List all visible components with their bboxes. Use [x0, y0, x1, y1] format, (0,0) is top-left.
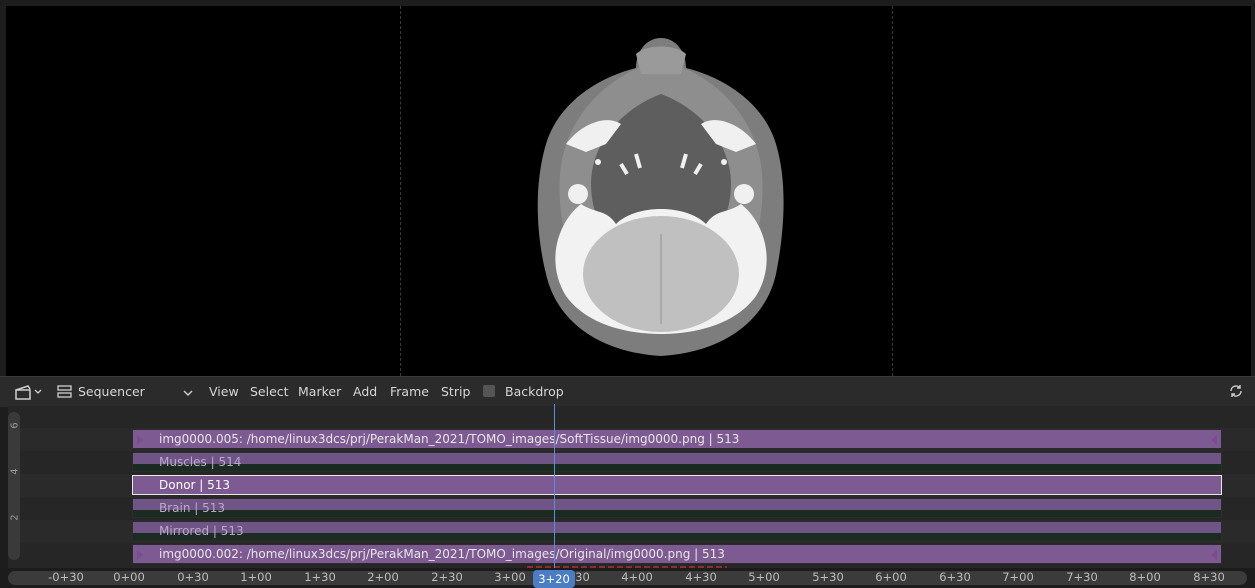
ruler-tick: 3+00 — [494, 570, 526, 584]
strip-label: Brain | 513 — [159, 501, 226, 515]
time-ruler[interactable]: -0+30 0+00 0+30 1+00 1+30 2+00 2+30 3+00… — [0, 568, 1255, 588]
strip-mirrored[interactable]: Mirrored | 513 — [132, 521, 1222, 541]
clapperboard-icon — [15, 385, 42, 400]
ruler-tick: -0+30 — [48, 570, 84, 584]
strip-handle-left[interactable] — [133, 430, 149, 448]
backdrop-label: Backdrop — [505, 384, 564, 399]
refresh-icon — [1230, 385, 1242, 397]
strip-donor[interactable]: Donor | 513 — [132, 475, 1222, 495]
current-frame-indicator[interactable]: 3+20 — [533, 570, 575, 588]
channel-number: 4 — [9, 468, 21, 475]
strip-original[interactable]: img0000.002: /home/linux3dcs/prj/PerakMa… — [132, 544, 1222, 564]
strip-softtissue[interactable]: img0000.005: /home/linux3dcs/prj/PerakMa… — [132, 429, 1222, 449]
ruler-tick: 0+30 — [177, 570, 209, 584]
sequencer-header: Sequencer View Select Marker Add Frame S… — [0, 376, 1255, 407]
ruler-tick: 4+30 — [685, 570, 717, 584]
strip-brain[interactable]: Brain | 513 — [132, 498, 1222, 518]
backdrop-checkbox[interactable] — [483, 385, 495, 397]
channel-number: 2 — [9, 514, 21, 521]
strip-label: img0000.005: /home/linux3dcs/prj/PerakMa… — [159, 432, 740, 446]
ruler-tick: 7+00 — [1002, 570, 1034, 584]
editor-name: Sequencer — [78, 384, 145, 399]
menu-view[interactable]: View — [209, 384, 239, 399]
strip-label: Donor | 513 — [159, 478, 231, 492]
ruler-tick: 7+30 — [1066, 570, 1098, 584]
ruler-tick: 8+00 — [1129, 570, 1161, 584]
strip-waveform-area — [133, 464, 1221, 471]
strip-label: Muscles | 514 — [159, 455, 242, 469]
ruler-tick: 1+00 — [240, 570, 272, 584]
ruler-tick: 1+30 — [304, 570, 336, 584]
safe-area-guide-left — [400, 6, 401, 376]
sequencer-icon — [57, 385, 72, 398]
ruler-tick: 8+30 — [1193, 570, 1225, 584]
ruler-tick: 2+00 — [367, 570, 399, 584]
view-type-dropdown[interactable]: Sequencer — [52, 382, 196, 402]
channel-number: 6 — [9, 422, 21, 429]
menu-marker[interactable]: Marker — [298, 384, 341, 399]
ct-scan-image — [537, 38, 784, 356]
ruler-tick: 5+30 — [812, 570, 844, 584]
ruler-tick: 5+00 — [748, 570, 780, 584]
strip-handle-right[interactable] — [1205, 430, 1221, 448]
strip-waveform-area — [133, 510, 1221, 517]
ruler-tick: 4+00 — [621, 570, 653, 584]
sequencer-preview — [6, 6, 1251, 376]
strip-waveform-area — [133, 533, 1221, 540]
strip-label: img0000.002: /home/linux3dcs/prj/PerakMa… — [159, 547, 725, 561]
vertical-scrollbar[interactable] — [8, 412, 20, 560]
menu-strip[interactable]: Strip — [441, 384, 470, 399]
ruler-tick: 6+00 — [875, 570, 907, 584]
strip-muscles[interactable]: Muscles | 514 — [132, 452, 1222, 472]
playhead[interactable] — [554, 404, 555, 574]
strip-label: Mirrored | 513 — [159, 524, 244, 538]
strip-handle-left[interactable] — [133, 545, 149, 563]
refresh-button[interactable] — [1227, 382, 1245, 400]
chevron-down-icon — [183, 390, 193, 396]
ruler-tick: 2+30 — [431, 570, 463, 584]
menu-add[interactable]: Add — [353, 384, 377, 399]
editor-type-button[interactable] — [10, 382, 46, 402]
strip-handle-right[interactable] — [1205, 545, 1221, 563]
menu-frame[interactable]: Frame — [390, 384, 429, 399]
safe-area-guide-right — [892, 6, 893, 376]
menu-select[interactable]: Select — [250, 384, 289, 399]
ruler-tick: 6+30 — [939, 570, 971, 584]
ruler-tick: 0+00 — [113, 570, 145, 584]
